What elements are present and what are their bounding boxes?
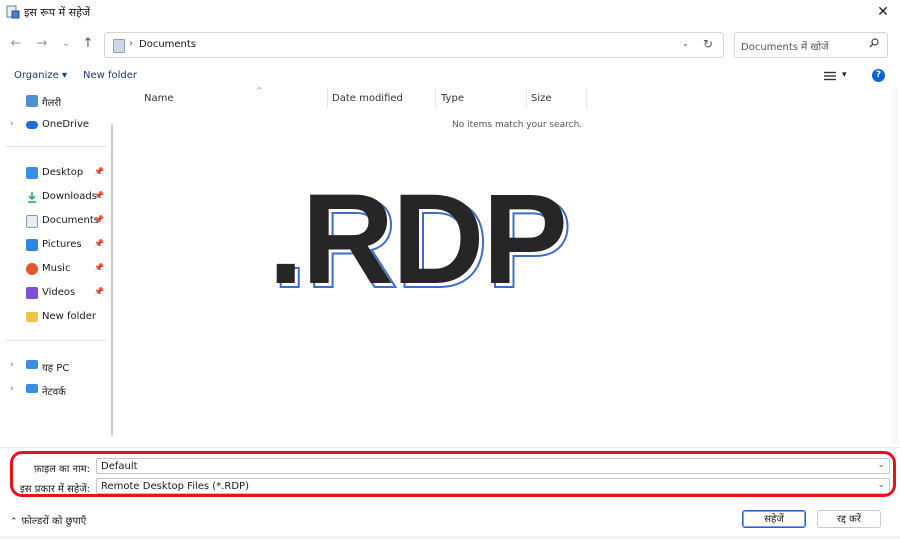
- divider: [6, 340, 106, 341]
- refresh-button[interactable]: ↻: [703, 37, 713, 51]
- close-button[interactable]: ✕: [874, 3, 892, 21]
- address-bar[interactable]: › Documents ⌄ ↻: [104, 32, 724, 58]
- column-header-date-modified[interactable]: Date modified: [332, 88, 436, 108]
- sidebar-item-desktop[interactable]: Desktop 📌: [0, 164, 118, 182]
- sidebar-item-pictures[interactable]: Pictures 📌: [0, 236, 118, 254]
- picture-icon: [26, 239, 38, 251]
- sidebar-item-this-pc[interactable]: › यह PC: [0, 357, 118, 375]
- video-icon: [26, 287, 38, 299]
- view-dropdown-chevron-icon[interactable]: ▾: [842, 70, 847, 80]
- divider: [0, 447, 900, 448]
- forward-button[interactable]: →: [34, 36, 50, 52]
- sidebar-item-label: नेटवर्क: [42, 387, 66, 398]
- search-input[interactable]: Documents में खोजें: [741, 39, 829, 53]
- document-icon: [26, 215, 38, 228]
- highlight-annotation: [10, 451, 896, 497]
- sidebar-item-music[interactable]: Music 📌: [0, 260, 118, 278]
- empty-message: No items match your search.: [452, 120, 583, 130]
- command-bar: Organize ▾ New folder ▾ ?: [0, 66, 900, 88]
- sidebar-item-label: Documents: [42, 215, 100, 226]
- sidebar-item-network[interactable]: › नेटवर्क: [0, 381, 118, 399]
- sidebar-item-label: New folder: [42, 311, 97, 322]
- pin-icon: 📌: [94, 191, 104, 200]
- save-button[interactable]: सहेजें: [742, 510, 806, 528]
- sidebar-item-label: गैलरी: [42, 98, 62, 109]
- sidebar-item-documents[interactable]: Documents 📌: [0, 212, 118, 230]
- sidebar-item-videos[interactable]: Videos 📌: [0, 284, 118, 302]
- search-icon: [869, 38, 879, 48]
- sidebar-item-label: Downloads: [42, 191, 97, 202]
- organize-button[interactable]: Organize ▾: [14, 70, 67, 81]
- column-header-name[interactable]: Name ^: [144, 86, 326, 108]
- window-title: इस रूप में सहेजें: [24, 6, 91, 19]
- download-arrow-icon: [28, 192, 36, 203]
- cancel-button[interactable]: रद्द करें: [817, 510, 881, 528]
- new-folder-button[interactable]: New folder: [83, 70, 137, 81]
- chevron-up-icon: ⌃: [10, 517, 18, 527]
- cloud-icon: [26, 121, 38, 129]
- divider: [6, 146, 106, 147]
- column-divider[interactable]: [327, 88, 328, 108]
- sidebar-item-label: Desktop: [42, 167, 84, 178]
- sidebar-item-new-folder[interactable]: New folder: [0, 308, 118, 326]
- column-divider[interactable]: [526, 88, 527, 108]
- expand-chevron-icon[interactable]: ›: [10, 119, 14, 129]
- pin-icon: 📌: [94, 215, 104, 224]
- sidebar-item-label: Videos: [42, 287, 76, 298]
- gallery-icon: [26, 95, 38, 107]
- address-history-chevron-icon[interactable]: ⌄: [681, 39, 689, 49]
- sidebar-item-label: OneDrive: [42, 119, 90, 130]
- computer-icon: [26, 360, 38, 369]
- up-button[interactable]: ↑: [80, 36, 96, 52]
- column-header-size[interactable]: Size: [531, 88, 585, 108]
- rdp-overlay-label: .RDP: [268, 168, 568, 311]
- sidebar-item-onedrive[interactable]: › OneDrive: [0, 116, 118, 134]
- dialog-footer: ⌃ फ़ोल्डरों को छुपाएँ सहेजें रद्द करें: [0, 506, 900, 536]
- navigation-bar: ← → ⌄ ↑ › Documents ⌄ ↻ Documents में खो…: [0, 30, 900, 58]
- expand-chevron-icon[interactable]: ›: [10, 360, 14, 370]
- rdp-overlay-text: .RDP .RDP: [268, 168, 598, 311]
- folder-icon: [26, 312, 38, 322]
- file-list-scrollbar[interactable]: [892, 88, 898, 444]
- sidebar-item-label: यह PC: [42, 363, 70, 374]
- music-icon: [26, 263, 38, 275]
- view-options-icon[interactable]: [824, 71, 836, 81]
- sidebar-item-label: Music: [42, 263, 71, 274]
- pin-icon: 📌: [94, 239, 104, 248]
- navigation-pane: गैलरी › OneDrive Desktop 📌 Downloads 📌 D…: [0, 88, 118, 444]
- expand-chevron-icon[interactable]: ›: [10, 384, 14, 394]
- documents-folder-icon: [113, 39, 125, 53]
- desktop-icon: [26, 167, 38, 179]
- network-icon: [26, 384, 38, 393]
- column-divider[interactable]: [435, 88, 436, 108]
- sidebar-item-gallery[interactable]: गैलरी: [0, 92, 118, 110]
- sidebar-item-label: Pictures: [42, 239, 82, 250]
- help-button[interactable]: ?: [872, 69, 885, 82]
- breadcrumb-documents[interactable]: Documents: [139, 39, 196, 50]
- sort-ascending-icon: ^: [256, 86, 263, 95]
- column-divider[interactable]: [586, 88, 587, 108]
- hide-folders-toggle[interactable]: ⌃ फ़ोल्डरों को छुपाएँ: [10, 513, 86, 527]
- column-header-type[interactable]: Type: [441, 88, 525, 108]
- back-button[interactable]: ←: [8, 36, 24, 52]
- pin-icon: 📌: [94, 167, 104, 176]
- pin-icon: 📌: [94, 287, 104, 296]
- pin-icon: 📌: [94, 263, 104, 272]
- sidebar-scrollbar[interactable]: [111, 124, 113, 436]
- sidebar-item-downloads[interactable]: Downloads 📌: [0, 188, 118, 206]
- title-bar: इस रूप में सहेजें ✕: [0, 0, 900, 24]
- search-box[interactable]: Documents में खोजें: [734, 32, 888, 58]
- breadcrumb-separator: ›: [129, 38, 133, 49]
- recent-locations-button[interactable]: ⌄: [58, 36, 74, 52]
- save-dialog-icon: [6, 5, 20, 19]
